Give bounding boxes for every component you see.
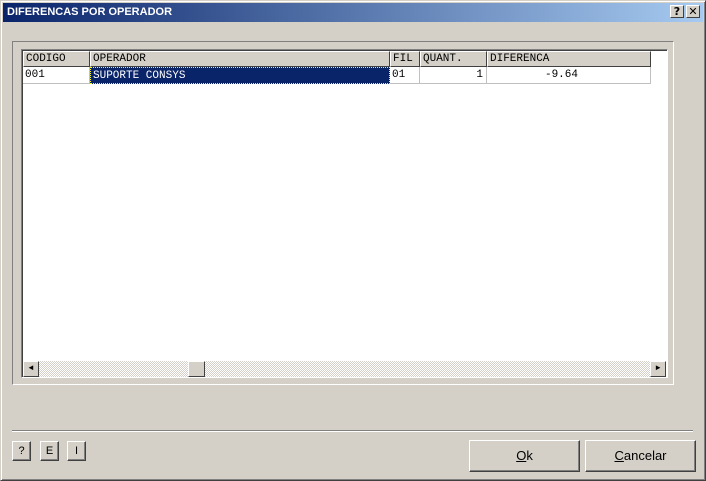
ok-button[interactable]: Ok	[469, 440, 580, 472]
cell-quant[interactable]: 1	[420, 67, 487, 84]
help-button[interactable]: ?	[12, 441, 31, 461]
grid-panel: CODIGO OPERADOR FIL QUANT. DIFERENCA 001…	[12, 41, 674, 385]
column-header-diferenca[interactable]: DIFERENCA	[487, 51, 651, 67]
column-header-quant[interactable]: QUANT.	[420, 51, 487, 67]
ok-label-rest: k	[526, 448, 533, 463]
cancel-label-rest: ancelar	[623, 448, 667, 463]
i-button[interactable]: I	[67, 441, 86, 461]
title-help-button[interactable]: ?	[670, 5, 684, 18]
cell-diferenca[interactable]: -9.64	[487, 67, 651, 84]
e-button[interactable]: E	[40, 441, 59, 461]
divider	[12, 430, 693, 432]
cancel-button[interactable]: Cancelar	[585, 440, 696, 472]
cell-codigo[interactable]: 001	[23, 67, 90, 84]
dialog-window: DIFERENCAS POR OPERADOR ? ✕ CODIGO OPERA…	[0, 0, 706, 481]
cancel-mnemonic: C	[614, 448, 624, 463]
ok-mnemonic: O	[516, 448, 527, 463]
column-header-fil[interactable]: FIL	[390, 51, 420, 67]
question-icon: ?	[673, 5, 681, 18]
i-button-label: I	[74, 445, 79, 457]
e-button-label: E	[45, 445, 54, 457]
scroll-left-button[interactable]: ◄	[23, 361, 39, 377]
grid-header: CODIGO OPERADOR FIL QUANT. DIFERENCA	[23, 51, 667, 67]
arrow-right-icon: ►	[655, 364, 661, 373]
cell-fil[interactable]: 01	[390, 67, 420, 84]
window-title: DIFERENCAS POR OPERADOR	[7, 6, 173, 18]
column-header-codigo[interactable]: CODIGO	[23, 51, 90, 67]
horizontal-scrollbar[interactable]: ◄ ►	[23, 361, 666, 377]
close-icon: ✕	[688, 5, 698, 18]
cell-operador[interactable]: SUPORTE CONSYS	[90, 67, 390, 84]
scroll-right-button[interactable]: ►	[650, 361, 666, 377]
column-header-operador[interactable]: OPERADOR	[90, 51, 390, 67]
arrow-left-icon: ◄	[28, 364, 34, 373]
operator-grid[interactable]: CODIGO OPERADOR FIL QUANT. DIFERENCA 001…	[21, 49, 668, 378]
help-button-label: ?	[18, 445, 25, 457]
title-close-button[interactable]: ✕	[686, 5, 700, 18]
title-bar[interactable]: DIFERENCAS POR OPERADOR ? ✕	[3, 3, 703, 22]
scroll-thumb[interactable]	[188, 361, 205, 377]
table-row[interactable]: 001 SUPORTE CONSYS 01 1 -9.64	[23, 67, 667, 84]
